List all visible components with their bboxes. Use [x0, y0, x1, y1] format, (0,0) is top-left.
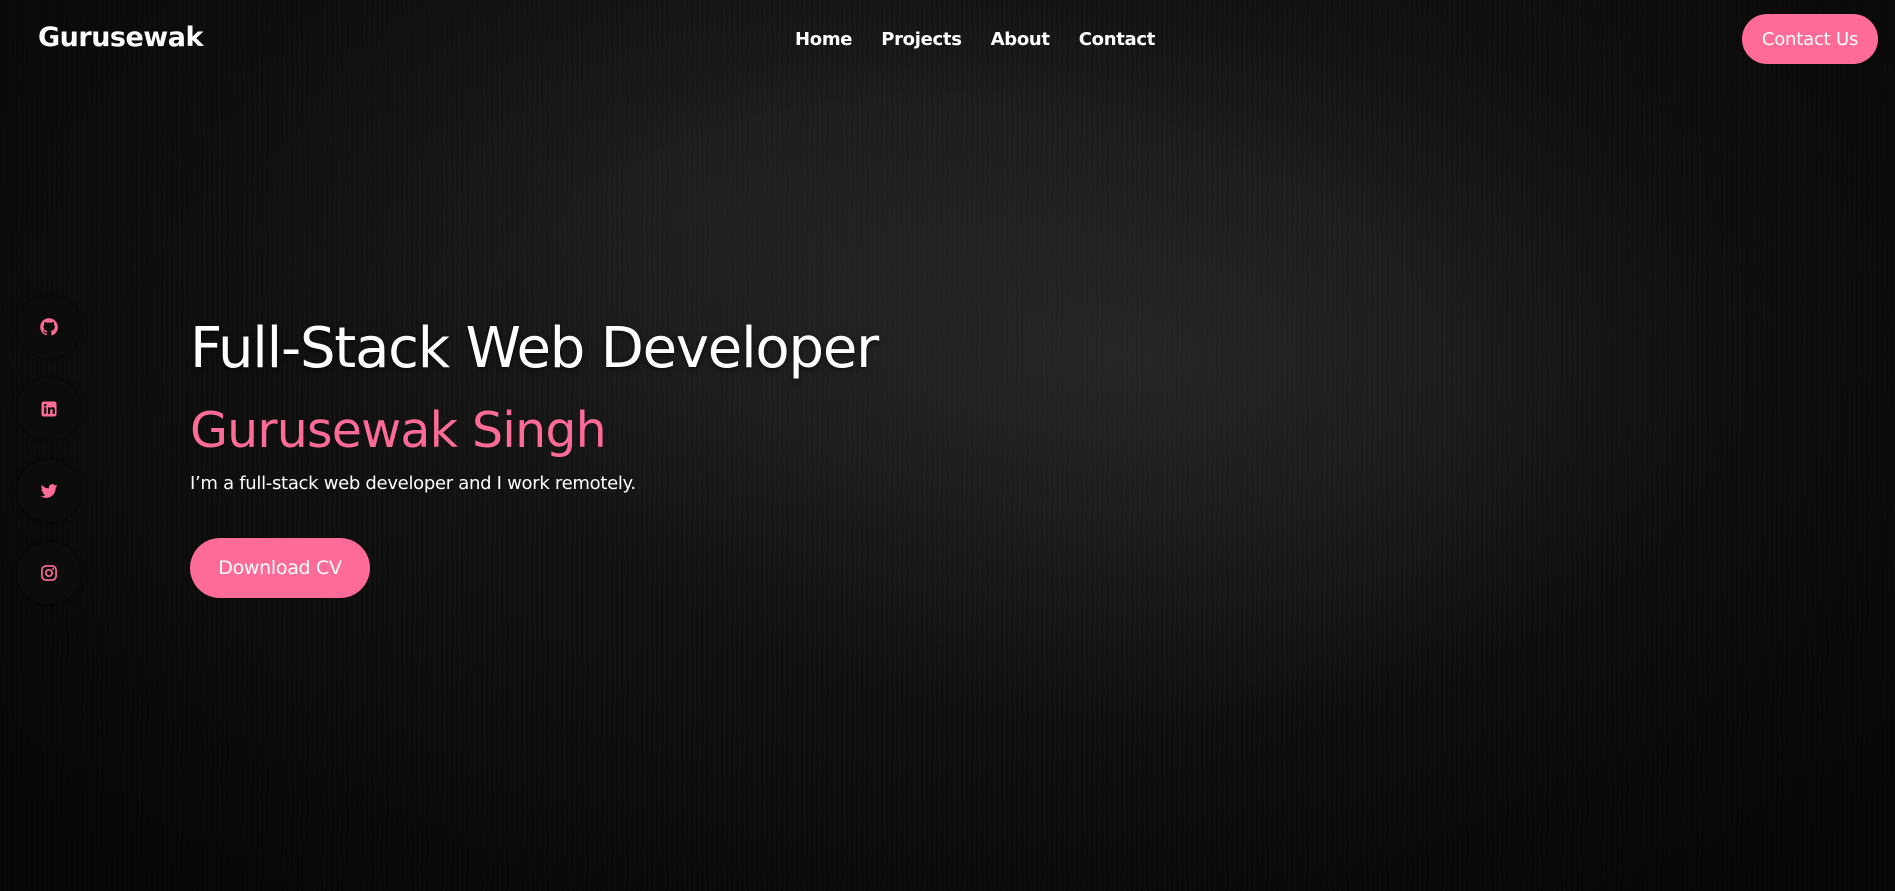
contact-us-button[interactable]: Contact Us — [1742, 14, 1878, 64]
social-twitter-button[interactable] — [17, 460, 81, 522]
nav-projects[interactable]: Projects — [881, 29, 962, 50]
nav-home[interactable]: Home — [795, 29, 853, 50]
social-sidebar — [17, 296, 81, 604]
main-nav: Home Projects About Contact — [795, 29, 1155, 50]
hero-title: Full-Stack Web Developer — [190, 316, 879, 381]
social-instagram-button[interactable] — [17, 542, 81, 604]
linkedin-icon — [41, 401, 57, 417]
github-icon — [40, 318, 58, 336]
social-linkedin-button[interactable] — [17, 378, 81, 440]
site-header: Gurusewak Home Projects About Contact Co… — [0, 0, 1895, 80]
instagram-icon — [41, 565, 57, 581]
page: Gurusewak Home Projects About Contact Co… — [0, 0, 1895, 891]
hero-name: Gurusewak Singh — [190, 402, 607, 459]
social-github-button[interactable] — [17, 296, 81, 358]
nav-about[interactable]: About — [991, 29, 1050, 50]
twitter-icon — [40, 484, 58, 498]
nav-contact[interactable]: Contact — [1079, 29, 1156, 50]
brand-logo[interactable]: Gurusewak — [38, 22, 203, 53]
hero-description: I’m a full-stack web developer and I wor… — [190, 473, 636, 494]
download-cv-button[interactable]: Download CV — [190, 538, 370, 598]
